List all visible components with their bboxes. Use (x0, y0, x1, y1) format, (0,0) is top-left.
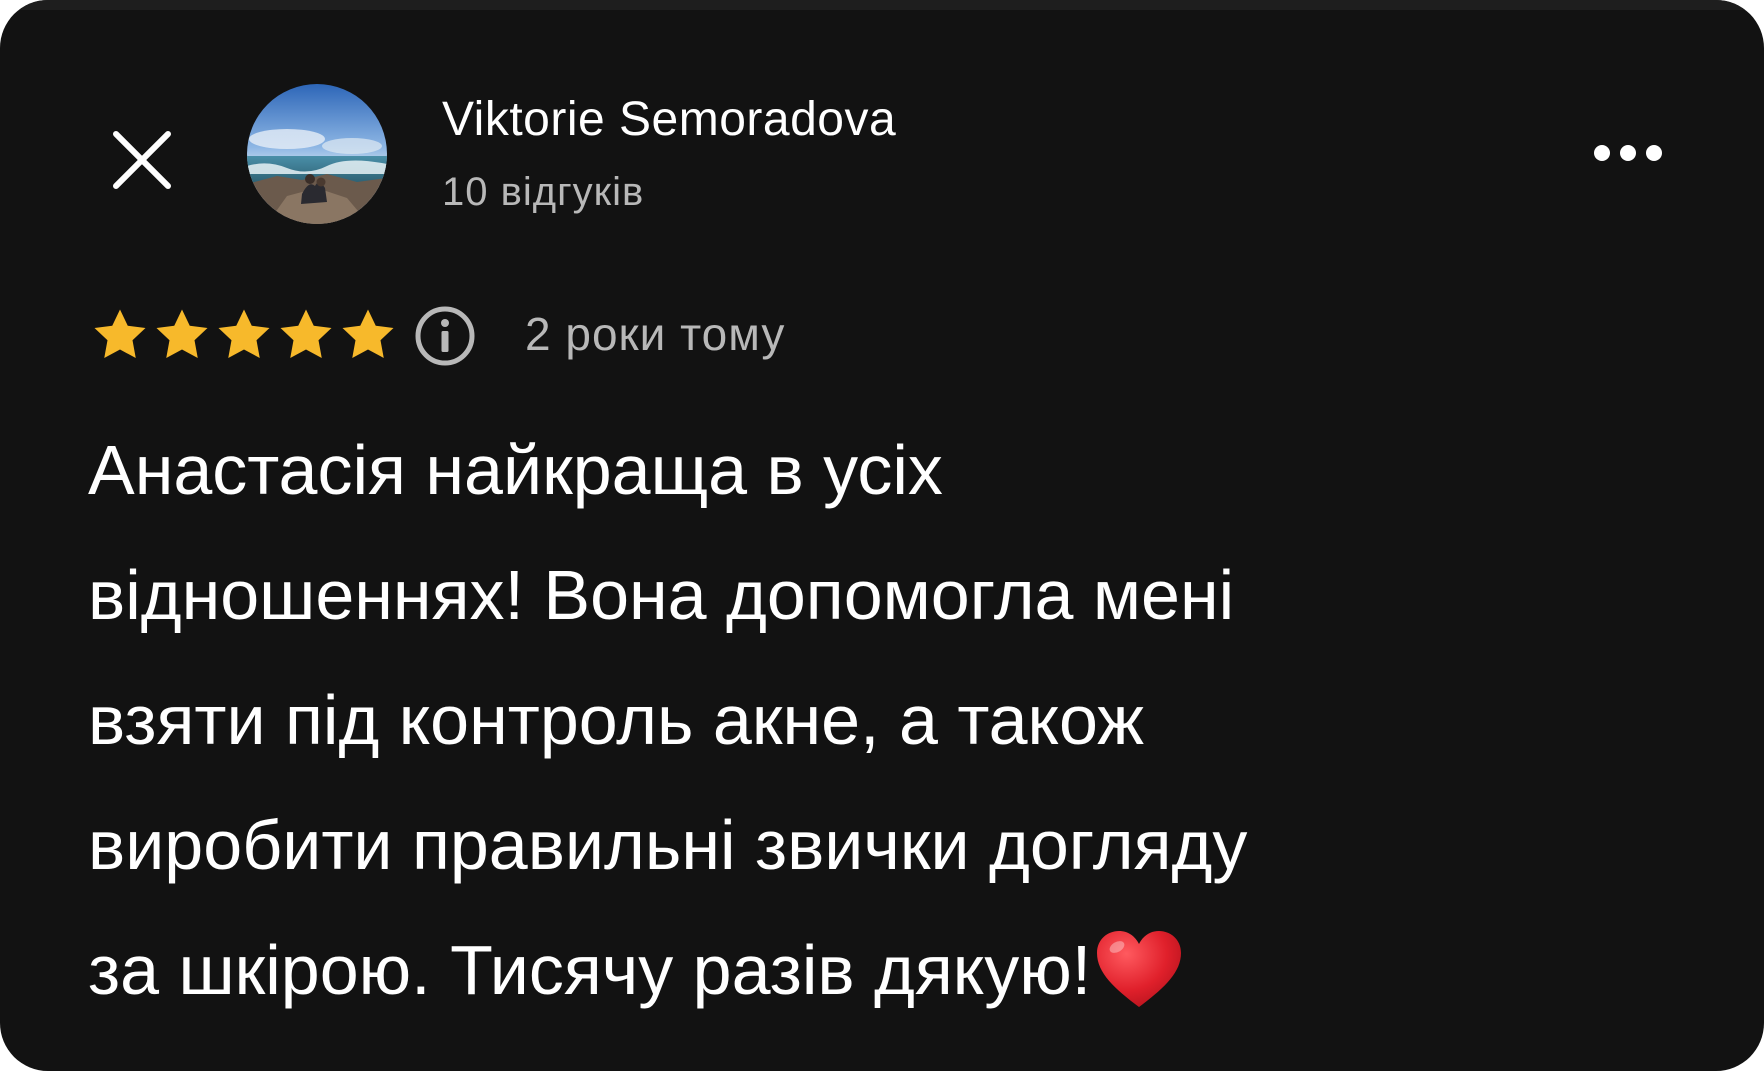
star-icon (280, 309, 332, 358)
review-text: Анастасія найкраща в усіх відношеннях! В… (88, 408, 1708, 1033)
star-icon (156, 309, 208, 358)
info-icon[interactable] (413, 304, 477, 368)
star-icon (342, 309, 394, 358)
review-text-line-last: за шкірою. Тисячу разів дякую! (88, 908, 1708, 1033)
author-review-count[interactable]: 10 відгуків (442, 170, 644, 215)
more-options-button[interactable] (1578, 130, 1678, 176)
review-time: 2 роки тому (525, 308, 786, 360)
more-horizontal-icon (1594, 145, 1662, 161)
star-icon (94, 309, 146, 358)
review-text-line: відношеннях! Вона допомогла мені (88, 556, 1235, 634)
avatar-image (247, 84, 387, 224)
close-icon (113, 131, 171, 189)
review-text-line: за шкірою. Тисячу разів дякую! (88, 931, 1092, 1009)
review-text-line: взяти під контроль акне, а також (88, 681, 1144, 759)
close-button[interactable] (100, 118, 184, 202)
author-name[interactable]: Viktorie Semoradova (442, 92, 896, 147)
red-heart-emoji (1097, 930, 1182, 1007)
avatar[interactable] (247, 84, 387, 224)
top-edge (0, 0, 1764, 10)
star-icon (218, 309, 270, 358)
review-card: Viktorie Semoradova 10 відгуків 2 роки т… (0, 0, 1764, 1071)
review-text-line: Анастасія найкраща в усіх (88, 431, 943, 509)
star-rating (90, 305, 398, 365)
review-text-line: виробити правильні звички догляду (88, 806, 1248, 884)
